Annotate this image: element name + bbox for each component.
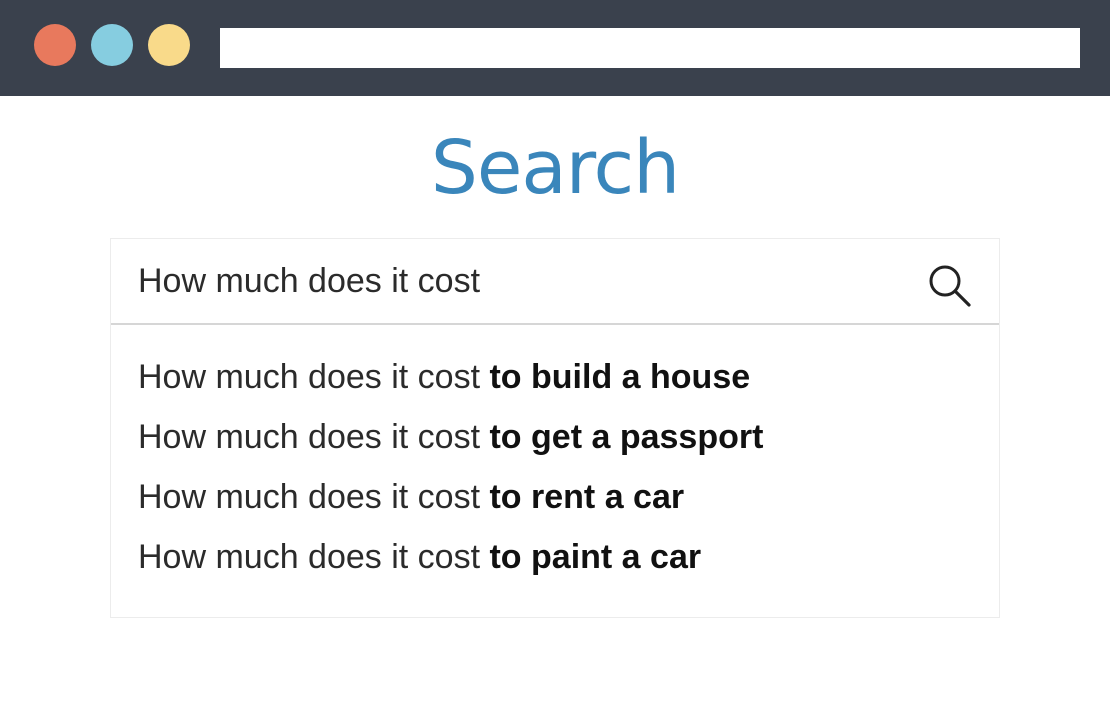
- suggestion-prefix: How much does it cost: [138, 418, 481, 456]
- suggestion-item[interactable]: How much does it cost to paint a car: [111, 519, 999, 579]
- suggestion-completion: to get a passport: [489, 418, 764, 456]
- suggestion-item[interactable]: How much does it cost to get a passport: [111, 399, 999, 459]
- page-title: Search: [430, 125, 680, 211]
- suggestion-completion: to rent a car: [489, 478, 685, 516]
- window-titlebar: [0, 0, 1110, 96]
- search-panel: How much does it cost to build a house H…: [110, 238, 1000, 618]
- search-row: [111, 239, 999, 325]
- suggestion-prefix: How much does it cost: [138, 538, 481, 576]
- minimize-window-dot[interactable]: [91, 24, 133, 66]
- suggestion-completion: to paint a car: [489, 538, 702, 576]
- suggestion-item[interactable]: How much does it cost to rent a car: [111, 459, 999, 519]
- address-bar[interactable]: [220, 28, 1080, 68]
- suggestion-prefix: How much does it cost: [138, 478, 481, 516]
- search-input[interactable]: [138, 257, 898, 305]
- search-icon[interactable]: [924, 260, 974, 310]
- close-window-dot[interactable]: [34, 24, 76, 66]
- suggestion-item[interactable]: How much does it cost to build a house: [111, 339, 999, 399]
- maximize-window-dot[interactable]: [148, 24, 190, 66]
- suggestion-completion: to build a house: [489, 358, 751, 396]
- suggestion-list: How much does it cost to build a house H…: [111, 339, 999, 579]
- suggestion-prefix: How much does it cost: [138, 358, 481, 396]
